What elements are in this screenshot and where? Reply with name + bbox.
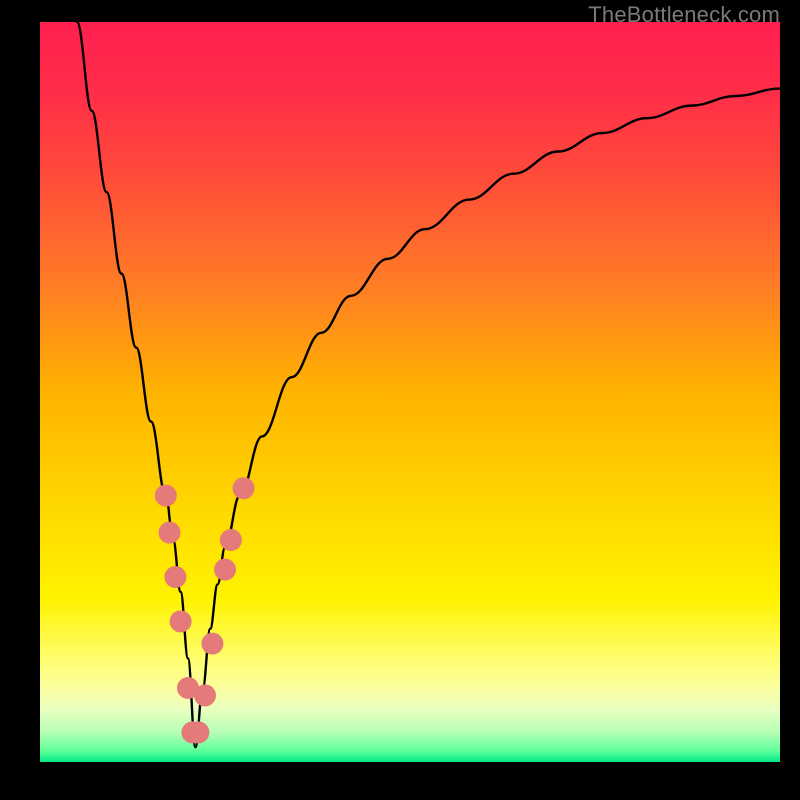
highlight-dot xyxy=(220,529,242,551)
highlight-dot xyxy=(155,485,177,507)
highlight-dot xyxy=(214,559,236,581)
highlight-dot xyxy=(164,566,186,588)
curve-layer xyxy=(40,22,780,762)
highlight-dot xyxy=(194,684,216,706)
highlight-dot xyxy=(159,522,181,544)
plot-area xyxy=(40,22,780,762)
bottleneck-curve xyxy=(77,22,780,747)
chart-frame: TheBottleneck.com xyxy=(0,0,800,800)
highlight-dot xyxy=(233,477,255,499)
highlight-dot xyxy=(201,633,223,655)
highlight-dot xyxy=(170,610,192,632)
highlight-dot xyxy=(187,721,209,743)
